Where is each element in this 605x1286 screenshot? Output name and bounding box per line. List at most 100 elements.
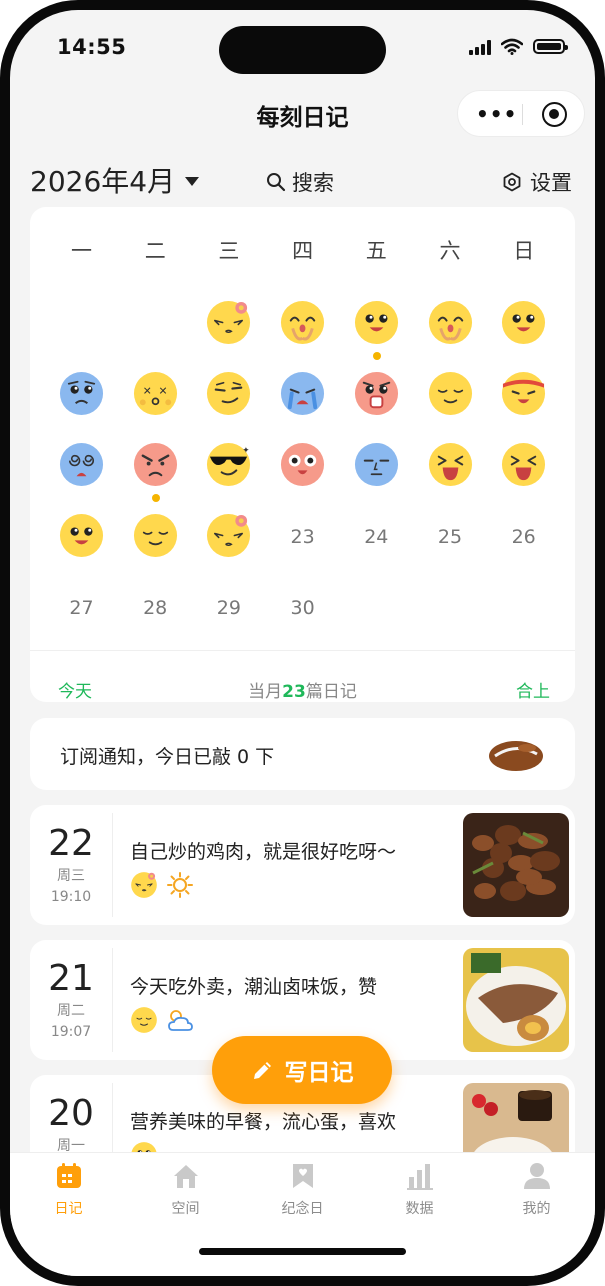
write-diary-button[interactable]: 写日记 bbox=[212, 1036, 392, 1104]
calendar-day[interactable] bbox=[487, 364, 560, 434]
sunglasses-face: ✦ bbox=[205, 441, 252, 488]
tab-calendar[interactable]: 日记 bbox=[10, 1161, 127, 1221]
month-picker[interactable]: 2026年4月 bbox=[30, 160, 200, 200]
collapse-button[interactable]: 合上 bbox=[516, 677, 550, 702]
calendar-day[interactable]: ✕ ✕ bbox=[119, 364, 192, 434]
weekday-header: 五 bbox=[365, 239, 387, 263]
calendar-day[interactable] bbox=[487, 293, 560, 363]
day-number: 30 bbox=[290, 597, 315, 619]
search-icon bbox=[267, 173, 286, 192]
calendar-day[interactable] bbox=[266, 364, 339, 434]
entry-tags bbox=[130, 871, 194, 903]
status-icons bbox=[469, 38, 568, 55]
entry-day: 20 bbox=[48, 1093, 94, 1134]
wifi-icon bbox=[501, 38, 523, 55]
cellular-signal-icon bbox=[469, 39, 491, 55]
mini-program-capsule: ••• bbox=[457, 90, 585, 137]
calendar-day[interactable] bbox=[45, 364, 118, 434]
calendar-day[interactable]: 26 bbox=[487, 506, 560, 576]
content-face bbox=[130, 1006, 158, 1038]
diary-entry-card[interactable]: 22 周三 19:10 自己炒的鸡肉，就是很好吃呀～ bbox=[30, 805, 575, 925]
bookmark-heart-icon bbox=[293, 1164, 313, 1188]
calendar-day[interactable] bbox=[266, 435, 339, 505]
person-icon bbox=[524, 1163, 550, 1189]
battery-icon bbox=[533, 39, 568, 54]
tab-bookmark-heart[interactable]: 纪念日 bbox=[244, 1161, 361, 1221]
calendar-day[interactable]: ✦ bbox=[192, 435, 265, 505]
tab-label: 空间 bbox=[171, 1201, 200, 1217]
calendar-divider bbox=[30, 650, 575, 651]
month-label: 2026年4月 bbox=[30, 165, 176, 198]
calendar-day[interactable]: 25 bbox=[414, 506, 487, 576]
calendar-day[interactable] bbox=[414, 435, 487, 505]
search-button[interactable]: 搜索 bbox=[266, 167, 334, 197]
laughing-face bbox=[500, 441, 547, 488]
home-indicator bbox=[199, 1248, 406, 1255]
pencil-icon bbox=[253, 1062, 271, 1079]
calendar-day[interactable] bbox=[192, 364, 265, 434]
tab-bar-chart[interactable]: 数据 bbox=[361, 1161, 478, 1221]
wooden-fish-icon[interactable] bbox=[487, 734, 545, 774]
calendar-day[interactable] bbox=[192, 506, 265, 576]
day-number: 24 bbox=[364, 526, 389, 548]
scared-face bbox=[353, 370, 400, 417]
calendar-day[interactable] bbox=[119, 435, 192, 505]
sunny-icon bbox=[166, 871, 194, 903]
day-number: 28 bbox=[143, 597, 168, 619]
braised-rice-photo[interactable] bbox=[463, 948, 569, 1052]
calendar-card: 今天 当月23篇日记 合上 一二三四五六日 ✕ ✕ ✦ 23 24 25 26 27 28 29 30 bbox=[30, 207, 575, 702]
day-number: 25 bbox=[437, 526, 463, 548]
close-mini-program-icon[interactable] bbox=[542, 102, 567, 127]
calendar-day[interactable]: 24 bbox=[340, 506, 413, 576]
stir-fried-chicken-photo[interactable] bbox=[463, 813, 569, 917]
calendar-day[interactable] bbox=[340, 364, 413, 434]
calendar-day[interactable] bbox=[192, 293, 265, 363]
calendar-day[interactable] bbox=[119, 506, 192, 576]
weekday-header: 六 bbox=[439, 239, 461, 263]
more-menu-icon[interactable]: ••• bbox=[476, 104, 517, 124]
spiral-eyes-face bbox=[58, 441, 105, 488]
gear-icon bbox=[503, 172, 521, 192]
subscription-card[interactable]: 订阅通知，今日已敲 0 下 bbox=[30, 718, 575, 790]
calendar-day[interactable] bbox=[414, 293, 487, 363]
happy-face bbox=[500, 299, 547, 346]
capsule-divider bbox=[522, 104, 523, 125]
calendar-day[interactable] bbox=[45, 506, 118, 576]
entry-weekday: 周二 bbox=[57, 1003, 85, 1019]
tab-home[interactable]: 空间 bbox=[127, 1161, 244, 1221]
svg-text:✕: ✕ bbox=[142, 384, 151, 397]
entry-tags bbox=[130, 1006, 194, 1038]
calendar-day[interactable] bbox=[45, 435, 118, 505]
day-number: 27 bbox=[69, 597, 94, 619]
calendar-day[interactable]: 23 bbox=[266, 506, 339, 576]
calendar-day[interactable]: 29 bbox=[192, 577, 265, 647]
angry-face bbox=[132, 441, 179, 488]
happy-face bbox=[58, 512, 105, 559]
weekday-header: 一 bbox=[71, 239, 92, 263]
calendar-day[interactable] bbox=[266, 293, 339, 363]
calendar-day[interactable] bbox=[414, 364, 487, 434]
screen: 14:55 每刻日记 ••• 2026年4月 搜索 设置 今天 当月23篇日记 … bbox=[10, 10, 595, 1276]
entry-weekday: 周三 bbox=[57, 868, 85, 884]
calendar-day[interactable] bbox=[340, 293, 413, 363]
calendar-day[interactable]: 28 bbox=[119, 577, 192, 647]
smirk-face bbox=[205, 370, 252, 417]
laughing-face bbox=[427, 441, 474, 488]
calendar-day[interactable]: 27 bbox=[45, 577, 118, 647]
partly-cloudy-icon bbox=[166, 1006, 194, 1038]
tab-person[interactable]: 我的 bbox=[478, 1161, 595, 1221]
settings-button[interactable]: 设置 bbox=[502, 167, 572, 197]
entry-divider bbox=[112, 813, 113, 917]
shy-flower-face bbox=[205, 299, 252, 346]
phone-frame: 14:55 每刻日记 ••• 2026年4月 搜索 设置 今天 当月23篇日记 … bbox=[0, 0, 605, 1286]
calendar-day[interactable]: 30 bbox=[266, 577, 339, 647]
calendar-day[interactable] bbox=[487, 435, 560, 505]
tab-bar: 日记 空间 纪念日 数据 我的 bbox=[10, 1152, 595, 1276]
write-diary-label: 写日记 bbox=[284, 1060, 354, 1086]
weekday-header: 日 bbox=[513, 239, 535, 263]
entry-text: 今天吃外卖，潮汕卤味饭，赞 bbox=[130, 976, 378, 998]
entry-text: 营养美味的早餐，流心蛋，喜欢 bbox=[130, 1111, 397, 1133]
tab-label: 数据 bbox=[405, 1201, 434, 1217]
dizzy-face: ✕ ✕ bbox=[132, 370, 179, 417]
calendar-day[interactable] bbox=[340, 435, 413, 505]
